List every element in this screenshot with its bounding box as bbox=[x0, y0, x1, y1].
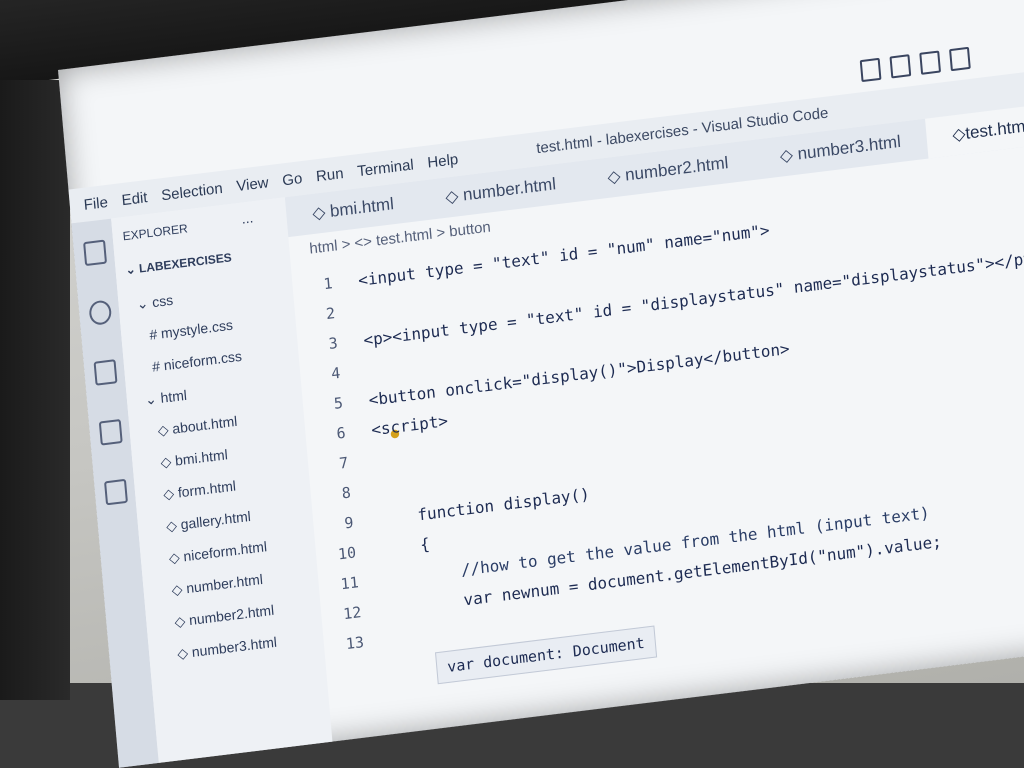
code-line[interactable]: 13 bbox=[323, 624, 391, 662]
line-number: 10 bbox=[337, 543, 357, 564]
file-item[interactable]: ◇ about.html bbox=[157, 413, 238, 440]
files-icon[interactable] bbox=[83, 239, 108, 267]
line-number: 13 bbox=[345, 633, 365, 654]
menu-view[interactable]: View bbox=[236, 174, 269, 195]
file-item[interactable]: # mystyle.css bbox=[149, 317, 234, 343]
html-file-icon: ◇ bbox=[606, 165, 626, 187]
file-item-label: css bbox=[151, 291, 174, 311]
file-item[interactable]: ◇ number.html bbox=[171, 571, 264, 599]
explorer-more-button[interactable]: ... bbox=[241, 209, 254, 226]
line-number: 9 bbox=[343, 513, 355, 533]
tab-label: number.html bbox=[462, 174, 557, 205]
file-item-label: gallery.html bbox=[179, 507, 252, 533]
html-file-icon: ◇ bbox=[165, 516, 182, 535]
html-file-icon: ◇ bbox=[162, 484, 179, 503]
html-file-icon: ◇ bbox=[779, 144, 799, 166]
extensions-icon[interactable] bbox=[104, 478, 128, 506]
toggle-panel-icon[interactable] bbox=[889, 54, 912, 79]
chevron-down-icon: ⌄ bbox=[135, 294, 153, 313]
line-text: { bbox=[380, 533, 431, 559]
project-folder-label: LABEXERCISES bbox=[138, 250, 233, 276]
file-item-label: number.html bbox=[185, 570, 264, 597]
file-item[interactable]: ◇ bmi.html bbox=[160, 446, 229, 471]
html-file-icon: ◇ bbox=[157, 420, 174, 439]
html-file-icon: ◇ bbox=[173, 612, 190, 630]
tab-label: bmi.html bbox=[329, 194, 395, 221]
line-number: 4 bbox=[330, 363, 342, 383]
project-folder[interactable]: ⌄ LABEXERCISES bbox=[125, 250, 232, 277]
html-file-icon: ◇ bbox=[171, 580, 187, 598]
line-text: <button onclick="display()">Display</but… bbox=[367, 338, 791, 410]
menu-terminal[interactable]: Terminal bbox=[357, 156, 415, 180]
file-item-label: niceform.css bbox=[163, 347, 243, 374]
line-number: 1 bbox=[322, 274, 334, 294]
file-item[interactable]: # niceform.css bbox=[151, 348, 242, 375]
hover-tooltip: var document: Document bbox=[434, 625, 657, 685]
tab-label: number3.html bbox=[796, 131, 902, 164]
menu-selection[interactable]: Selection bbox=[161, 179, 224, 203]
menu-file[interactable]: File bbox=[83, 193, 108, 213]
menu-help[interactable]: Help bbox=[427, 150, 459, 171]
file-item[interactable]: ◇ form.html bbox=[163, 477, 237, 503]
line-number: 12 bbox=[342, 603, 363, 624]
line-number: 6 bbox=[335, 423, 347, 443]
file-item[interactable]: ◇ number3.html bbox=[177, 634, 278, 663]
customize-layout-icon[interactable] bbox=[949, 46, 971, 72]
html-file-icon: ◇ bbox=[168, 548, 185, 567]
layout-controls bbox=[859, 46, 971, 83]
menu-edit[interactable]: Edit bbox=[121, 189, 148, 209]
line-number: 7 bbox=[338, 453, 349, 473]
file-item[interactable]: ◇ number2.html bbox=[174, 602, 275, 631]
file-item[interactable]: ◇ niceform.html bbox=[168, 538, 267, 567]
html-file-icon: ◇ bbox=[159, 452, 176, 471]
projector-frame-left bbox=[0, 80, 70, 700]
file-item-label: form.html bbox=[177, 477, 237, 501]
explorer-header: EXPLORER bbox=[122, 221, 189, 244]
line-number: 5 bbox=[333, 393, 344, 413]
file-item-label: number2.html bbox=[188, 601, 275, 629]
line-number: 3 bbox=[327, 333, 339, 354]
toggle-sidebar-icon[interactable] bbox=[859, 57, 882, 83]
file-item-label: html bbox=[159, 386, 188, 406]
projected-screen: File Edit Selection View Go Run Terminal Help t… bbox=[58, 0, 1024, 768]
search-icon[interactable] bbox=[88, 299, 113, 326]
line-text: <script> bbox=[370, 410, 449, 439]
folder-item[interactable]: ⌄ html bbox=[144, 387, 187, 409]
line-number: 11 bbox=[339, 573, 360, 594]
file-item-label: bmi.html bbox=[174, 446, 229, 469]
chevron-down-icon: ⌄ bbox=[144, 389, 162, 408]
file-item-label: number3.html bbox=[191, 633, 278, 661]
line-text: function display() bbox=[378, 483, 591, 529]
file-item[interactable]: ◇ gallery.html bbox=[165, 508, 251, 535]
folder-item[interactable]: ⌄ css bbox=[136, 292, 174, 313]
file-item-label: niceform.html bbox=[182, 538, 268, 565]
tab-label: test.html bbox=[964, 116, 1024, 143]
line-number: 2 bbox=[325, 304, 336, 324]
toggle-secondary-sidebar-icon[interactable] bbox=[919, 50, 942, 75]
file-item-label: mystyle.css bbox=[160, 316, 234, 342]
html-file-icon: ◇ bbox=[176, 644, 193, 662]
tab-label: number2.html bbox=[624, 153, 730, 185]
file-item-label: about.html bbox=[171, 412, 238, 437]
source-control-icon[interactable] bbox=[93, 359, 118, 386]
menu-go[interactable]: Go bbox=[282, 170, 303, 189]
menu-run[interactable]: Run bbox=[315, 165, 344, 185]
html-file-icon: ◇ bbox=[311, 201, 331, 224]
tab-bmi-html[interactable]: ◇ bmi.html bbox=[286, 191, 421, 227]
line-number: 8 bbox=[341, 483, 352, 503]
code-editor[interactable]: html > <> test.html > button ● 1 <input t… bbox=[288, 140, 1024, 756]
html-file-icon: ◇ bbox=[444, 185, 464, 207]
run-debug-icon[interactable] bbox=[98, 418, 123, 446]
